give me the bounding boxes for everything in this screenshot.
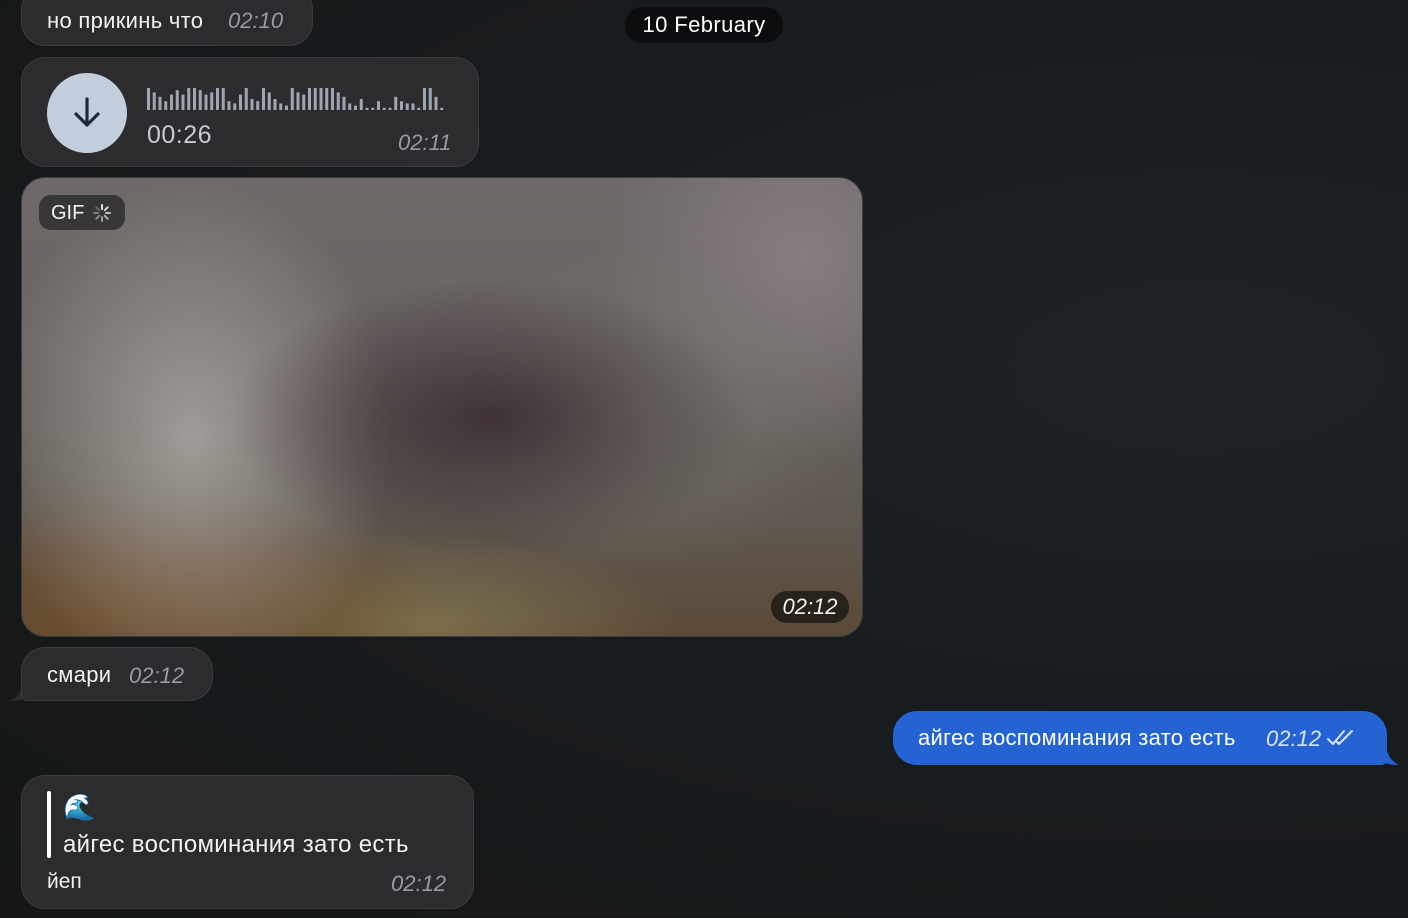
voice-duration: 00:26 <box>147 121 213 149</box>
waveform-bar <box>152 92 156 110</box>
gif-label: GIF <box>51 202 85 224</box>
waveform-bar <box>210 92 214 110</box>
gif-badge: GIF <box>39 195 125 230</box>
loading-spinner-icon <box>93 204 111 222</box>
quoted-text[interactable]: айгес воспоминания зато есть <box>63 831 409 859</box>
waveform-bar <box>198 90 202 110</box>
waveform-bar <box>411 103 415 110</box>
download-button[interactable] <box>47 73 127 153</box>
waveform-bar <box>319 88 323 110</box>
waveform-bar <box>227 101 231 110</box>
waveform-bar <box>181 94 185 110</box>
waveform-bar <box>193 88 196 110</box>
waveform-bar <box>423 88 426 110</box>
waveform-bar <box>290 88 294 110</box>
message-time: 02:11 <box>398 130 452 155</box>
reply-message-bubble[interactable]: 🌊 айгес воспоминания зато есть йеп 02:12 <box>21 775 474 909</box>
waveform-bar <box>244 88 248 110</box>
message-time: 02:12 <box>391 871 447 896</box>
download-arrow-icon <box>74 97 100 127</box>
message-text: но прикинь что <box>47 8 204 33</box>
waveform-bar <box>267 92 271 110</box>
waveform-bar <box>388 107 392 110</box>
waveform-bar <box>348 103 352 110</box>
date-separator: 10 February <box>625 7 783 43</box>
waveform-bar <box>262 88 265 110</box>
waveform-bar <box>216 88 219 110</box>
waveform-bar <box>221 88 225 110</box>
message-time: 02:10 <box>228 8 284 33</box>
waveform-bar <box>250 99 254 110</box>
waveform-bar <box>359 99 363 110</box>
waveform-bar <box>187 88 191 110</box>
waveform-bar <box>371 107 375 110</box>
waveform-bar <box>440 107 444 110</box>
waveform-bar <box>233 103 237 110</box>
message-text: айгес воспоминания зато есть <box>918 725 1236 750</box>
quote-bar <box>47 791 51 858</box>
waveform-bar <box>313 88 317 110</box>
voice-message-bubble[interactable]: 00:26 02:11 <box>21 57 479 167</box>
waveform-bar <box>273 99 277 110</box>
waveform-bar <box>377 101 380 110</box>
waveform-bar <box>394 96 398 110</box>
message-time: 02:12 <box>1266 726 1322 751</box>
waveform-bar <box>302 94 306 110</box>
gif-message[interactable]: GIF 02:12 <box>21 177 863 637</box>
message-bubble-incoming[interactable]: смари 02:12 <box>21 647 213 701</box>
waveform-bar <box>296 92 300 110</box>
waveform-bar <box>354 105 357 110</box>
waveform-bar <box>400 101 403 110</box>
wave-emoji: 🌊 <box>63 792 96 822</box>
message-bubble-outgoing[interactable]: айгес воспоминания зато есть 02:12 <box>893 711 1387 765</box>
waveform-bar <box>382 107 386 110</box>
waveform-bar <box>147 88 150 110</box>
waveform-bar <box>325 88 329 110</box>
message-bubble-incoming[interactable]: но прикинь что 02:10 <box>21 0 313 46</box>
message-time: 02:12 <box>129 663 185 688</box>
waveform-bar <box>170 94 173 110</box>
waveform-bar <box>365 107 369 110</box>
waveform-bar <box>164 101 168 110</box>
waveform-bar <box>336 92 340 110</box>
waveform-bar <box>204 94 208 110</box>
waveform-bar <box>285 105 288 110</box>
waveform-bar <box>405 103 409 110</box>
voice-waveform[interactable] <box>147 86 447 110</box>
waveform-bar <box>342 96 346 110</box>
message-text: смари <box>47 662 112 687</box>
waveform-bar <box>175 90 179 110</box>
message-time: 02:12 <box>771 591 849 623</box>
double-check-icon <box>1327 730 1353 745</box>
waveform-bar <box>428 88 432 110</box>
waveform-bar <box>158 96 162 110</box>
waveform-bar <box>308 88 311 110</box>
waveform-bar <box>239 94 242 110</box>
waveform-bar <box>417 107 421 110</box>
waveform-bar <box>434 96 438 110</box>
message-text: йеп <box>47 870 82 893</box>
waveform-bar <box>279 103 283 110</box>
waveform-bar <box>331 88 334 110</box>
waveform-bar <box>256 101 260 110</box>
